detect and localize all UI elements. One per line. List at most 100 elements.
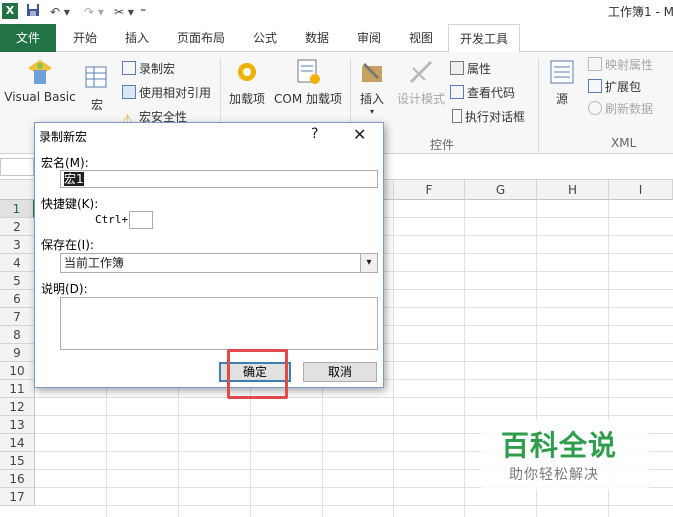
description-textarea[interactable] [60,297,378,350]
store-macro-label: 保存在(I): [41,238,94,252]
visual-basic-button[interactable]: Visual Basic [4,58,76,104]
watermark-title: 百科全说 [501,429,618,462]
refresh-data-label: 刷新数据 [605,102,654,116]
row-header[interactable]: 8 [0,326,35,344]
use-relative-label: 使用相对引用 [139,86,212,100]
refresh-data-button[interactable]: 刷新数据 [588,100,653,118]
controls-group-label: 控件 [430,138,455,152]
tab-file[interactable]: 文件 [0,24,56,52]
xml-source-button[interactable]: 源 [546,58,578,107]
close-icon[interactable]: ✕ [353,125,366,144]
view-code-button[interactable]: 查看代码 [450,84,515,102]
run-dialog-icon [452,109,462,123]
macro-name-value: 宏1 [64,172,84,186]
macro-name-label: 宏名(M): [41,156,89,170]
highlight-box [227,349,288,399]
column-header-i[interactable]: I [609,180,673,200]
record-macro-icon [122,61,136,75]
design-mode-icon [407,58,435,86]
row-header[interactable]: 1 [0,200,35,218]
store-macro-value: 当前工作簿 [64,256,125,270]
properties-button[interactable]: 属性 [450,60,491,78]
visual-basic-icon [26,58,54,86]
relative-references-icon [122,85,136,99]
design-mode-button[interactable]: 设计模式 [394,58,448,107]
row-header[interactable]: 9 [0,344,35,362]
row-header[interactable]: 15 [0,452,35,470]
qat-more-icon[interactable]: ⁼ [140,3,146,21]
record-macro-button[interactable]: 录制宏 [122,60,175,78]
addins-button[interactable]: 加载项 [226,58,268,107]
row-header[interactable]: 17 [0,488,35,506]
row-header[interactable]: 13 [0,416,35,434]
excel-logo-icon: X [2,3,18,19]
gridline [35,397,673,398]
expansion-packs-icon [588,79,602,93]
shortcut-key-field[interactable] [129,211,153,229]
design-mode-label: 设计模式 [396,92,445,106]
customize-tool-icon[interactable]: ✂ ▾ [114,3,134,21]
tab-data[interactable]: 数据 [294,24,340,52]
gridline [35,505,673,506]
com-addins-label: COM 加载项 [274,92,342,106]
record-macro-dialog: 录制新宏 ? ✕ 宏名(M): 宏1 快捷键(K): Ctrl+ 保存在(I):… [34,122,384,388]
row-header[interactable]: 14 [0,434,35,452]
xml-group-label: XML [611,136,637,150]
gridline [464,200,465,517]
ribbon-separator [538,58,539,152]
quick-access-toolbar: X ↶ ▾ ↷ ▾ ✂ ▾ ⁼ 工作簿1 - M [0,0,673,24]
chevron-down-icon[interactable]: ▾ [360,254,377,272]
row-header[interactable]: 10 [0,362,35,380]
window-title: 工作簿1 - M [608,5,673,19]
row-header[interactable]: 5 [0,272,35,290]
undo-icon[interactable]: ↶ ▾ [50,3,70,21]
macros-button[interactable]: 宏 [82,64,112,113]
addins-label: 加载项 [228,92,265,106]
properties-label: 属性 [467,62,492,76]
row-header[interactable]: 2 [0,218,35,236]
toolbox-icon [358,58,386,86]
watermark: 百科全说 助你轻松解决 [481,420,649,490]
store-macro-select[interactable]: 当前工作簿 ▾ [60,253,378,273]
column-header-g[interactable]: G [465,180,537,200]
visual-basic-label: Visual Basic [4,90,76,104]
row-header[interactable]: 12 [0,398,35,416]
tab-developer[interactable]: 开发工具 [448,24,520,53]
column-header-h[interactable]: H [537,180,609,200]
row-header[interactable]: 7 [0,308,35,326]
tab-page-layout[interactable]: 页面布局 [166,24,236,52]
row-header[interactable]: 16 [0,470,35,488]
row-header[interactable]: 6 [0,290,35,308]
run-dialog-button[interactable]: 执行对话框 [452,108,525,126]
map-properties-button[interactable]: 映射属性 [588,56,653,74]
cancel-button[interactable]: 取消 [303,362,377,382]
expansion-packs-button[interactable]: 扩展包 [588,78,641,96]
row-header[interactable]: 4 [0,254,35,272]
row-header[interactable]: 11 [0,380,35,398]
column-header-f[interactable]: F [394,180,465,200]
save-icon[interactable] [26,3,40,21]
gear-icon [233,58,261,86]
dialog-title: 录制新宏 [39,130,88,144]
select-all-corner[interactable] [0,180,35,200]
tab-home[interactable]: 开始 [62,24,108,52]
use-relative-references-button[interactable]: 使用相对引用 [122,84,211,102]
view-code-label: 查看代码 [467,86,516,100]
tab-view[interactable]: 视图 [398,24,444,52]
help-icon[interactable]: ? [311,126,318,142]
tab-formulas[interactable]: 公式 [242,24,288,52]
tab-insert[interactable]: 插入 [114,24,160,52]
properties-icon [450,61,464,75]
redo-icon[interactable]: ↷ ▾ [84,3,104,21]
insert-control-button[interactable]: 插入 ▾ [356,58,388,116]
com-addins-button[interactable]: COM 加载项 [270,58,346,107]
source-label: 源 [555,92,568,106]
description-label: 说明(D): [41,282,88,296]
tab-review[interactable]: 审阅 [346,24,392,52]
name-box[interactable] [0,158,34,176]
macro-name-field[interactable]: 宏1 [60,170,378,188]
row-header[interactable]: 3 [0,236,35,254]
macros-label: 宏 [90,98,103,112]
shortcut-key-label: 快捷键(K): [41,197,99,211]
chevron-down-icon: ▾ [369,107,374,116]
